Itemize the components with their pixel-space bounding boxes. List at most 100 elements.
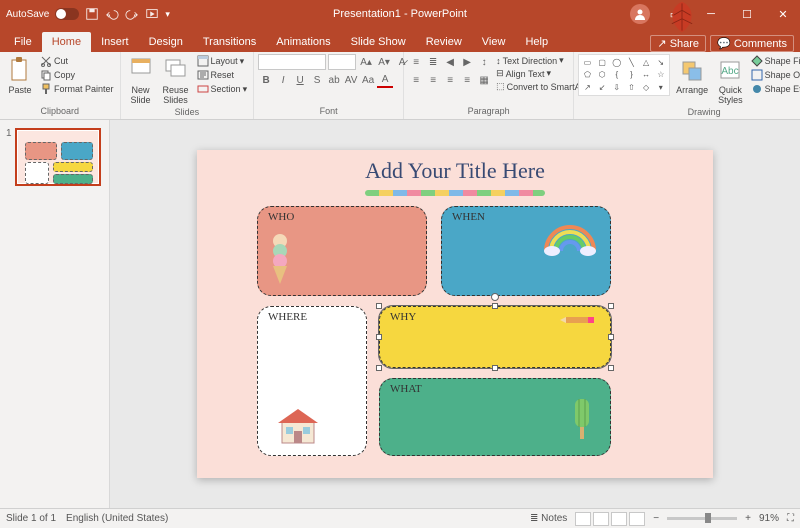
tab-slideshow[interactable]: Slide Show <box>341 32 416 52</box>
fit-to-window-button[interactable]: ⛶ <box>787 513 794 524</box>
tab-home[interactable]: Home <box>42 32 91 52</box>
shapes-gallery[interactable]: ▭▢◯╲△↘ ⬠⬡{}↔☆ ↗↙⇩⇧◇▾ <box>578 54 670 96</box>
paste-button[interactable]: Paste <box>4 54 36 97</box>
slide-sorter-view-button[interactable] <box>593 512 609 526</box>
tab-help[interactable]: Help <box>515 32 558 52</box>
group-font-label: Font <box>258 106 399 117</box>
reading-view-button[interactable] <box>611 512 627 526</box>
close-button[interactable]: ✕ <box>766 0 800 28</box>
ribbon-display-options-icon[interactable]: ▭ <box>658 0 692 28</box>
undo-icon[interactable] <box>105 7 119 21</box>
card-when[interactable]: WHEN <box>441 206 611 296</box>
qat-customize-icon[interactable]: ▾ <box>165 9 170 20</box>
card-who-label: WHO <box>268 211 294 223</box>
resize-handle-nw[interactable] <box>376 303 382 309</box>
bullets-button[interactable]: ≡ <box>408 54 424 70</box>
share-button[interactable]: ↗ Share <box>650 35 706 52</box>
copy-button[interactable]: Copy <box>38 68 116 82</box>
tab-design[interactable]: Design <box>139 32 193 52</box>
zoom-percent[interactable]: 91% <box>759 513 779 524</box>
new-slide-button[interactable]: New Slide <box>125 54 157 107</box>
italic-button[interactable]: I <box>275 72 291 88</box>
resize-handle-ne[interactable] <box>608 303 614 309</box>
resize-handle-se[interactable] <box>608 365 614 371</box>
reuse-slides-button[interactable]: Reuse Slides <box>159 54 193 107</box>
redo-icon[interactable] <box>125 7 139 21</box>
resize-handle-s[interactable] <box>492 365 498 371</box>
card-where[interactable]: WHERE <box>257 306 367 456</box>
tab-transitions[interactable]: Transitions <box>193 32 266 52</box>
strike-button[interactable]: S <box>309 72 325 88</box>
ribbon: Paste Cut Copy Format Painter Clipboard … <box>0 52 800 120</box>
shape-outline-button[interactable]: Shape Outline ▾ <box>749 68 800 82</box>
decrease-indent-button[interactable]: ◀ <box>442 54 458 70</box>
font-color-button[interactable]: A <box>377 72 393 88</box>
decrease-font-icon[interactable]: A▾ <box>376 54 392 70</box>
autosave-toggle[interactable] <box>55 8 79 20</box>
account-avatar[interactable] <box>630 4 650 24</box>
cut-button[interactable]: Cut <box>38 54 116 68</box>
quick-styles-button[interactable]: Abc Quick Styles <box>714 54 747 107</box>
group-font: A▴ A▾ A̷ B I U S ab AV Aa A Font <box>254 52 404 119</box>
card-what[interactable]: WHAT <box>379 378 611 456</box>
justify-button[interactable]: ≡ <box>459 72 475 88</box>
language-status[interactable]: English (United States) <box>66 513 168 524</box>
resize-handle-e[interactable] <box>608 334 614 340</box>
underline-button[interactable]: U <box>292 72 308 88</box>
card-where-label: WHERE <box>268 311 307 323</box>
tab-review[interactable]: Review <box>416 32 472 52</box>
tab-file[interactable]: File <box>4 32 42 52</box>
layout-button[interactable]: Layout ▾ <box>195 54 250 68</box>
line-spacing-button[interactable]: ↕ <box>476 54 492 70</box>
numbering-button[interactable]: ≣ <box>425 54 441 70</box>
resize-handle-n[interactable] <box>492 303 498 309</box>
slideshow-view-button[interactable] <box>629 512 645 526</box>
maximize-button[interactable]: ☐ <box>730 0 764 28</box>
columns-button[interactable]: ▦ <box>476 72 492 88</box>
font-size-combo[interactable] <box>328 54 356 70</box>
resize-handle-sw[interactable] <box>376 365 382 371</box>
start-from-beginning-icon[interactable] <box>145 7 159 21</box>
shape-effects-button[interactable]: Shape Effects ▾ <box>749 82 800 96</box>
slide-title-text[interactable]: Add Your Title Here <box>197 158 713 184</box>
tab-animations[interactable]: Animations <box>266 32 340 52</box>
tab-insert[interactable]: Insert <box>91 32 139 52</box>
char-spacing-button[interactable]: AV <box>343 72 359 88</box>
increase-indent-button[interactable]: ▶ <box>459 54 475 70</box>
align-right-button[interactable]: ≡ <box>442 72 458 88</box>
card-who[interactable]: WHO <box>257 206 427 296</box>
slide-counter[interactable]: Slide 1 of 1 <box>6 513 56 524</box>
tab-view[interactable]: View <box>472 32 516 52</box>
format-painter-button[interactable]: Format Painter <box>38 82 116 96</box>
group-drawing-label: Drawing <box>578 107 800 118</box>
comments-button[interactable]: 💬 Comments <box>710 35 794 52</box>
card-what-label: WHAT <box>390 383 422 395</box>
section-button[interactable]: Section ▾ <box>195 82 250 96</box>
shadow-button[interactable]: ab <box>326 72 342 88</box>
arrange-button[interactable]: Arrange <box>672 54 712 97</box>
zoom-in-button[interactable]: + <box>745 513 751 524</box>
zoom-slider[interactable] <box>667 517 737 520</box>
rotate-handle[interactable] <box>491 293 499 301</box>
group-paragraph-label: Paragraph <box>408 106 569 117</box>
shape-fill-button[interactable]: Shape Fill ▾ <box>749 54 800 68</box>
card-why[interactable]: WHY <box>379 306 611 368</box>
slide-canvas[interactable]: Add Your Title Here WHO WHEN WHERE WHY <box>197 150 713 478</box>
align-center-button[interactable]: ≡ <box>425 72 441 88</box>
bold-button[interactable]: B <box>258 72 274 88</box>
change-case-button[interactable]: Aa <box>360 72 376 88</box>
align-left-button[interactable]: ≡ <box>408 72 424 88</box>
house-icon <box>276 407 320 445</box>
minimize-button[interactable]: ─ <box>694 0 728 28</box>
slide-editor[interactable]: Add Your Title Here WHO WHEN WHERE WHY <box>110 120 800 508</box>
group-drawing: ▭▢◯╲△↘ ⬠⬡{}↔☆ ↗↙⇩⇧◇▾ Arrange Abc Quick S… <box>574 52 800 119</box>
reset-button[interactable]: Reset <box>195 68 250 82</box>
resize-handle-w[interactable] <box>376 334 382 340</box>
notes-button[interactable]: ≣ Notes <box>530 513 567 524</box>
normal-view-button[interactable] <box>575 512 591 526</box>
slide-thumbnail-1[interactable] <box>15 128 101 186</box>
zoom-out-button[interactable]: − <box>653 513 659 524</box>
increase-font-icon[interactable]: A▴ <box>358 54 374 70</box>
save-icon[interactable] <box>85 7 99 21</box>
font-family-combo[interactable] <box>258 54 326 70</box>
